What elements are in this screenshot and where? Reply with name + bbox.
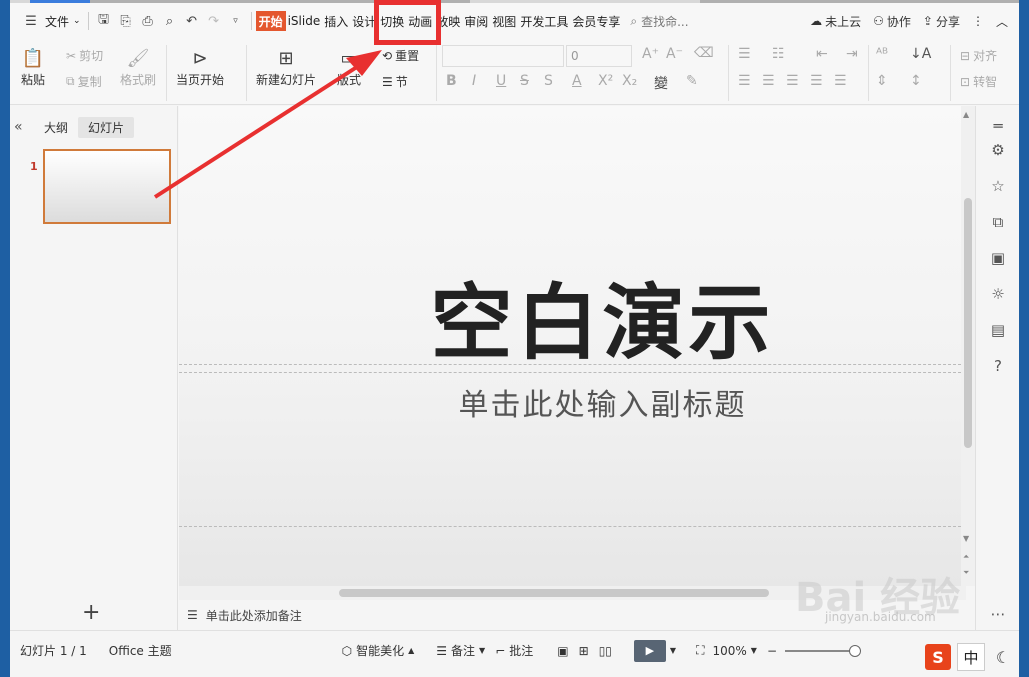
ime-toolbar: S 中 ☾ (925, 643, 1015, 671)
ime-mode[interactable]: 中 (957, 643, 985, 671)
moon-icon[interactable]: ☾ (991, 645, 1015, 669)
wps-window: ☰ 文件 ⌄ 🖫 ⎘ ⎙ ⌕ ↶ ↷ ▿ 开始 iSlide 插入 设计 切换 动… (10, 0, 1019, 677)
arrow-shaft (153, 63, 362, 199)
baidu-watermark-url: jingyan.baidu.com (825, 610, 936, 624)
sogou-logo-icon[interactable]: S (925, 644, 951, 670)
